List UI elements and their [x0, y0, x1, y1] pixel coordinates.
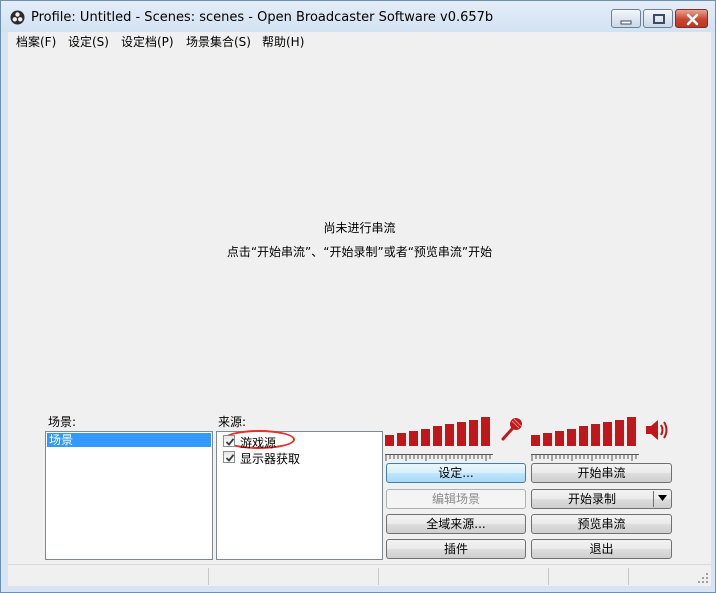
status-divider [548, 568, 549, 585]
source-label: 显示器获取 [240, 452, 301, 466]
desktop-volume-bars [531, 416, 639, 446]
volume-bar-segment [433, 426, 442, 446]
window-title: Profile: Untitled - Scenes: scenes - Ope… [31, 10, 494, 25]
close-icon [686, 13, 699, 26]
preview-stream-button[interactable]: 预览串流 [531, 514, 672, 534]
minimize-button[interactable] [611, 9, 641, 28]
status-bar [8, 564, 711, 586]
preview-hint-text: 点击“开始串流”、“开始录制”或者“预览串流”开始 [226, 245, 493, 259]
volume-bar-segment [531, 435, 540, 446]
volume-bar-segment [469, 420, 478, 446]
volume-bar-segment [567, 429, 576, 446]
source-list[interactable]: 游戏源 显示器获取 [216, 430, 383, 560]
menu-file[interactable]: 档案(F) [14, 33, 58, 50]
client-area: 尚未进行串流 点击“开始串流”、“开始录制”或者“预览串流”开始 场景: 来源:… [8, 50, 711, 586]
scenes-label: 场景: [48, 415, 77, 429]
preview-status-text: 尚未进行串流 [323, 221, 396, 235]
volume-bar-segment [627, 417, 636, 446]
global-sources-button[interactable]: 全域来源... [386, 514, 526, 534]
volume-bar-segment [385, 435, 394, 446]
main-window: Profile: Untitled - Scenes: scenes - Ope… [0, 0, 716, 593]
menu-bar: 档案(F) 设定(S) 设定档(P) 场景集合(S) 帮助(H) [8, 32, 711, 50]
menu-scene-collection[interactable]: 场景集合(S) [184, 33, 253, 50]
menu-profile[interactable]: 设定档(P) [119, 33, 176, 50]
settings-button[interactable]: 设定... [386, 463, 526, 483]
start-record-button[interactable]: 开始录制 [531, 489, 672, 509]
mic-volume-meter[interactable] [385, 416, 495, 464]
dropdown-arrow-icon[interactable] [658, 495, 667, 502]
volume-bar-segment [591, 424, 600, 446]
scene-list-item[interactable]: 场景 [47, 433, 211, 447]
volume-bar-segment [555, 431, 564, 446]
volume-bar-segment [445, 424, 454, 446]
minimize-icon [620, 20, 632, 25]
source-checkbox[interactable] [223, 451, 235, 463]
microphone-icon[interactable] [500, 416, 524, 442]
volume-bar-segment [603, 422, 612, 446]
checkmark-icon [225, 454, 235, 462]
close-button[interactable] [675, 9, 708, 28]
title-bar[interactable]: Profile: Untitled - Scenes: scenes - Ope… [1, 1, 715, 32]
source-label: 游戏源 [240, 436, 277, 450]
mic-volume-scale [385, 454, 493, 461]
volume-bar-segment [421, 429, 430, 446]
start-stream-button[interactable]: 开始串流 [531, 463, 672, 483]
split-divider [653, 491, 654, 507]
scene-list[interactable]: 场景 [45, 431, 213, 560]
volume-bar-segment [397, 433, 406, 446]
status-divider [208, 568, 209, 585]
checkmark-icon [225, 438, 235, 446]
exit-button[interactable]: 退出 [531, 539, 672, 559]
resize-grip-icon[interactable] [697, 572, 709, 584]
volume-bar-segment [543, 433, 552, 446]
desktop-volume-meter[interactable] [531, 416, 641, 464]
desktop-volume-scale [531, 454, 639, 461]
volume-bar-segment [481, 417, 490, 446]
edit-scene-button[interactable]: 编辑场景 [386, 489, 526, 509]
sources-label: 来源: [218, 415, 247, 429]
maximize-icon [653, 14, 665, 24]
source-checkbox[interactable] [223, 435, 235, 447]
volume-bar-segment [579, 426, 588, 446]
start-record-label: 开始录制 [568, 492, 617, 506]
menu-help[interactable]: 帮助(H) [260, 33, 306, 50]
mic-volume-bars [385, 416, 493, 446]
maximize-button[interactable] [643, 9, 673, 28]
menu-settings[interactable]: 设定(S) [66, 33, 111, 50]
volume-bar-segment [409, 431, 418, 446]
volume-bar-segment [615, 420, 624, 446]
speaker-icon[interactable] [645, 419, 671, 441]
volume-bar-segment [457, 422, 466, 446]
status-divider [378, 568, 379, 585]
obs-logo-icon [10, 10, 25, 25]
status-divider [628, 568, 629, 585]
plugins-button[interactable]: 插件 [386, 539, 526, 559]
